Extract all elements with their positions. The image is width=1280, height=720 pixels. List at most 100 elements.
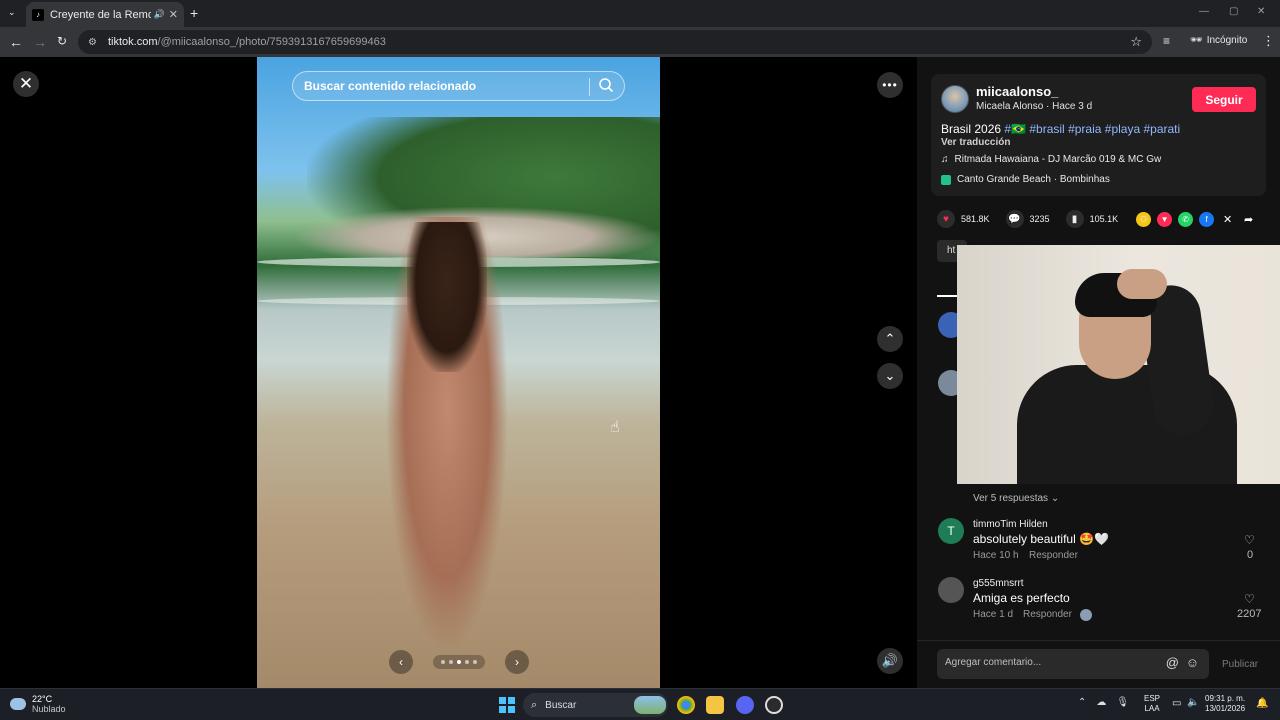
microphone-icon[interactable]: 🎙: [1116, 697, 1129, 708]
keyboard-layout: LAA: [1144, 704, 1160, 713]
like-action[interactable]: ♥ 581.8K: [937, 210, 990, 228]
tab-title: Creyente de la Remontado: [50, 8, 151, 21]
chrome-icon[interactable]: [677, 696, 695, 714]
volume-button[interactable]: 🔊: [877, 648, 903, 674]
site-settings-icon[interactable]: ⚙: [88, 37, 100, 48]
hashtag[interactable]: #parati: [1143, 122, 1180, 136]
windows-start-icon[interactable]: [499, 697, 515, 713]
mention-icon[interactable]: @: [1166, 655, 1179, 670]
save-count: 105.1K: [1089, 214, 1119, 224]
avatar[interactable]: [938, 577, 964, 603]
photo-carousel-controls: ‹ ›: [389, 650, 529, 674]
browser-menu-icon[interactable]: ⋮: [1262, 33, 1275, 49]
previous-post-button[interactable]: ⌃: [877, 326, 903, 352]
language-indicator[interactable]: ESP LAA: [1144, 694, 1160, 714]
comment-author[interactable]: g555mnsrrt: [973, 578, 1024, 589]
carousel-dot[interactable]: [449, 660, 453, 664]
discord-icon[interactable]: [736, 696, 754, 714]
post-info-card: miicaalonso_ Micaela Alonso · Hace 3 d S…: [931, 74, 1266, 196]
search-highlight-image: [634, 696, 666, 714]
carousel-prev-button[interactable]: ‹: [389, 650, 413, 674]
tray-expand-icon[interactable]: ⌃: [1078, 697, 1086, 708]
reply-link[interactable]: Responder: [1023, 609, 1072, 620]
close-window-button[interactable]: ✕: [1257, 6, 1265, 17]
follow-button[interactable]: Seguir: [1192, 87, 1256, 112]
minimize-button[interactable]: —: [1199, 6, 1209, 17]
search-icon[interactable]: [598, 77, 614, 93]
post-author-subtitle: Micaela Alonso · Hace 3 d: [976, 101, 1093, 112]
publish-button[interactable]: Publicar: [1222, 659, 1258, 670]
obs-icon[interactable]: [765, 696, 783, 714]
music-note-icon: ♫: [941, 154, 949, 165]
more-share-icon[interactable]: ➦: [1241, 212, 1256, 227]
bookmark-star-icon[interactable]: ☆: [1130, 34, 1142, 50]
comment-icon: 💬: [1005, 210, 1024, 228]
see-translation-link[interactable]: Ver traducción: [941, 137, 1010, 148]
back-icon[interactable]: ←: [9, 34, 23, 50]
tiktok-photo-page: ✕ Buscar contenido relacionado ‹ › ••• ⌃…: [0, 57, 1280, 688]
maximize-button[interactable]: ▢: [1229, 6, 1238, 17]
carousel-dot[interactable]: [441, 660, 445, 664]
weather-widget[interactable]: 22°C Nublado: [10, 694, 66, 714]
comment-like-icon[interactable]: ♡: [1244, 533, 1255, 547]
comment-text: absolutely beautiful 🤩🤍: [973, 532, 1109, 546]
hashtag[interactable]: #brasil: [1029, 122, 1064, 136]
comment-action[interactable]: 💬 3235: [1005, 210, 1050, 228]
comment-like-icon[interactable]: ♡: [1244, 592, 1255, 606]
close-viewer-button[interactable]: ✕: [13, 71, 39, 97]
taskbar-search[interactable]: ⌕ Buscar: [523, 693, 668, 717]
post-username[interactable]: miicaalonso_: [976, 84, 1058, 99]
onedrive-icon[interactable]: ☁: [1096, 697, 1106, 708]
hashtag[interactable]: #🇧🇷: [1004, 122, 1026, 136]
whatsapp-share-icon[interactable]: ✆: [1178, 211, 1194, 227]
file-explorer-icon[interactable]: [706, 696, 724, 714]
tab-list-chevron-icon[interactable]: ⌄: [8, 7, 16, 18]
volume-icon[interactable]: 🔈: [1187, 697, 1199, 708]
more-options-button[interactable]: •••: [877, 72, 903, 98]
carousel-dot[interactable]: [473, 660, 477, 664]
reading-list-icon[interactable]: ≡: [1163, 34, 1170, 48]
post-actions-row: ♥ 581.8K 💬 3235 ▮ 105.1K ⚇ ▼ ✆ f ✕ ➦: [937, 209, 1267, 229]
hashtag[interactable]: #playa: [1105, 122, 1140, 136]
avatar[interactable]: [941, 85, 969, 113]
comment-input[interactable]: Agregar comentario... @ ☺: [937, 649, 1209, 679]
save-action[interactable]: ▮ 105.1K: [1065, 210, 1119, 228]
reload-icon[interactable]: ↻: [57, 34, 67, 48]
music-link[interactable]: ♫ Ritmada Hawaiana - DJ Marcão 019 & MC …: [941, 154, 1161, 165]
location-link[interactable]: Canto Grande Beach · Bombinhas: [941, 174, 1110, 185]
hand-cursor-icon: ☝: [610, 419, 620, 436]
browser-tab[interactable]: ♪ Creyente de la Remontado 🔊 ✕: [26, 2, 184, 27]
comment-author[interactable]: timmoTim Hilden: [973, 519, 1048, 530]
hashtag[interactable]: #praia: [1068, 122, 1101, 136]
incognito-indicator[interactable]: 🕶 Incógnito: [1190, 35, 1247, 46]
like-count: 581.8K: [961, 214, 990, 224]
bookmark-icon: ▮: [1065, 210, 1084, 228]
new-tab-button[interactable]: +: [190, 5, 198, 21]
emoji-icon[interactable]: ☺: [1186, 655, 1199, 670]
clock-time: 09:31 p. m.: [1205, 694, 1246, 703]
related-search-input[interactable]: Buscar contenido relacionado: [292, 71, 625, 101]
view-replies-link[interactable]: Ver 5 respuestas ⌄: [973, 493, 1059, 504]
x-share-icon[interactable]: ✕: [1220, 212, 1235, 227]
tab-audio-icon[interactable]: 🔊: [154, 9, 165, 20]
tab-close-icon[interactable]: ✕: [169, 8, 178, 21]
embed-share-icon[interactable]: ⚇: [1136, 211, 1152, 227]
forward-icon[interactable]: →: [33, 34, 47, 50]
comment-count: 3235: [1029, 214, 1050, 224]
carousel-dots: [433, 655, 485, 669]
network-icon[interactable]: ▭: [1172, 698, 1181, 709]
carousel-dot[interactable]: [457, 660, 461, 664]
carousel-next-button[interactable]: ›: [505, 650, 529, 674]
taskbar-clock[interactable]: 09:31 p. m. 13/01/2026: [1205, 694, 1245, 714]
carousel-dot[interactable]: [465, 660, 469, 664]
reply-link[interactable]: Responder: [1029, 550, 1078, 561]
post-photo[interactable]: Buscar contenido relacionado ‹ ›: [257, 57, 660, 688]
next-post-button[interactable]: ⌄: [877, 363, 903, 389]
notification-icon[interactable]: 🔔: [1256, 698, 1268, 710]
weather-temp: 22°C: [32, 694, 53, 704]
send-share-icon[interactable]: ▼: [1157, 211, 1173, 227]
incognito-label: Incógnito: [1206, 35, 1248, 46]
avatar[interactable]: T: [938, 518, 964, 544]
url-bar[interactable]: ⚙ tiktok.com/@miicaalonso_/photo/7593913…: [78, 30, 1152, 54]
facebook-share-icon[interactable]: f: [1199, 211, 1215, 227]
